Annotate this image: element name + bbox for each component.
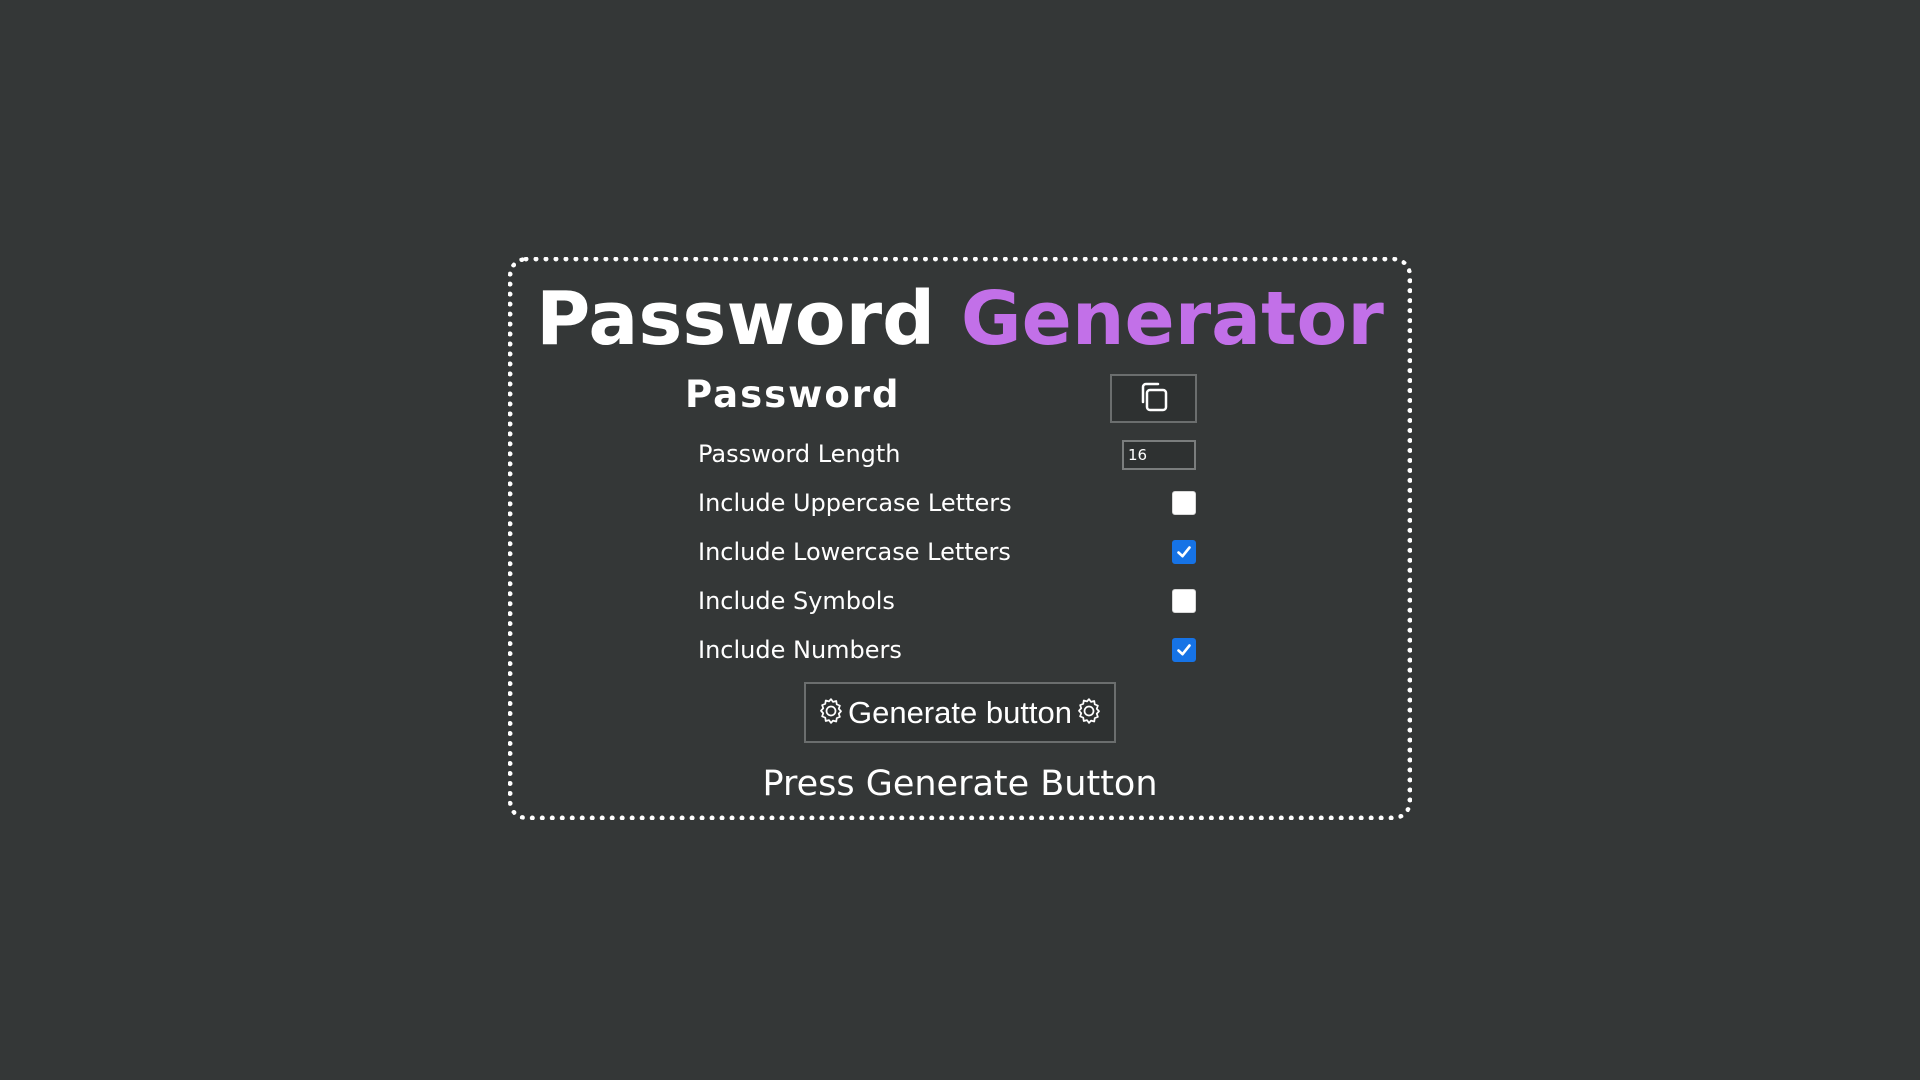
uppercase-checkbox[interactable] [1172, 491, 1196, 515]
lowercase-label: Include Lowercase Letters [698, 538, 1011, 566]
title-password: Password [536, 276, 936, 362]
option-row-length: Password Length [698, 434, 1198, 474]
option-row-numbers: Include Numbers [698, 630, 1198, 670]
option-row-uppercase: Include Uppercase Letters [698, 483, 1198, 523]
status-message: Press Generate Button [762, 764, 1158, 804]
option-row-symbols: Include Symbols [698, 581, 1198, 621]
title-generator: Generator [960, 276, 1384, 362]
copy-button[interactable] [1110, 374, 1197, 423]
uppercase-label: Include Uppercase Letters [698, 489, 1012, 517]
symbols-checkbox[interactable] [1172, 589, 1196, 613]
password-label: Password [685, 373, 901, 416]
page-title: Password Generator [0, 282, 1920, 356]
checkmark-icon [1177, 546, 1191, 558]
gear-icon [816, 696, 846, 730]
generate-button-label: Generate button [847, 695, 1073, 730]
copy-icon [1136, 379, 1172, 419]
generate-button[interactable]: Generate button [804, 682, 1116, 743]
gear-icon [1074, 696, 1104, 730]
numbers-checkbox[interactable] [1172, 638, 1196, 662]
symbols-label: Include Symbols [698, 587, 895, 615]
checkmark-icon [1177, 644, 1191, 656]
option-row-lowercase: Include Lowercase Letters [698, 532, 1198, 572]
page: Password Generator Password Password Len… [0, 0, 1920, 1080]
lowercase-checkbox[interactable] [1172, 540, 1196, 564]
numbers-label: Include Numbers [698, 636, 902, 664]
password-length-label: Password Length [698, 440, 901, 468]
password-length-input[interactable] [1122, 440, 1196, 470]
